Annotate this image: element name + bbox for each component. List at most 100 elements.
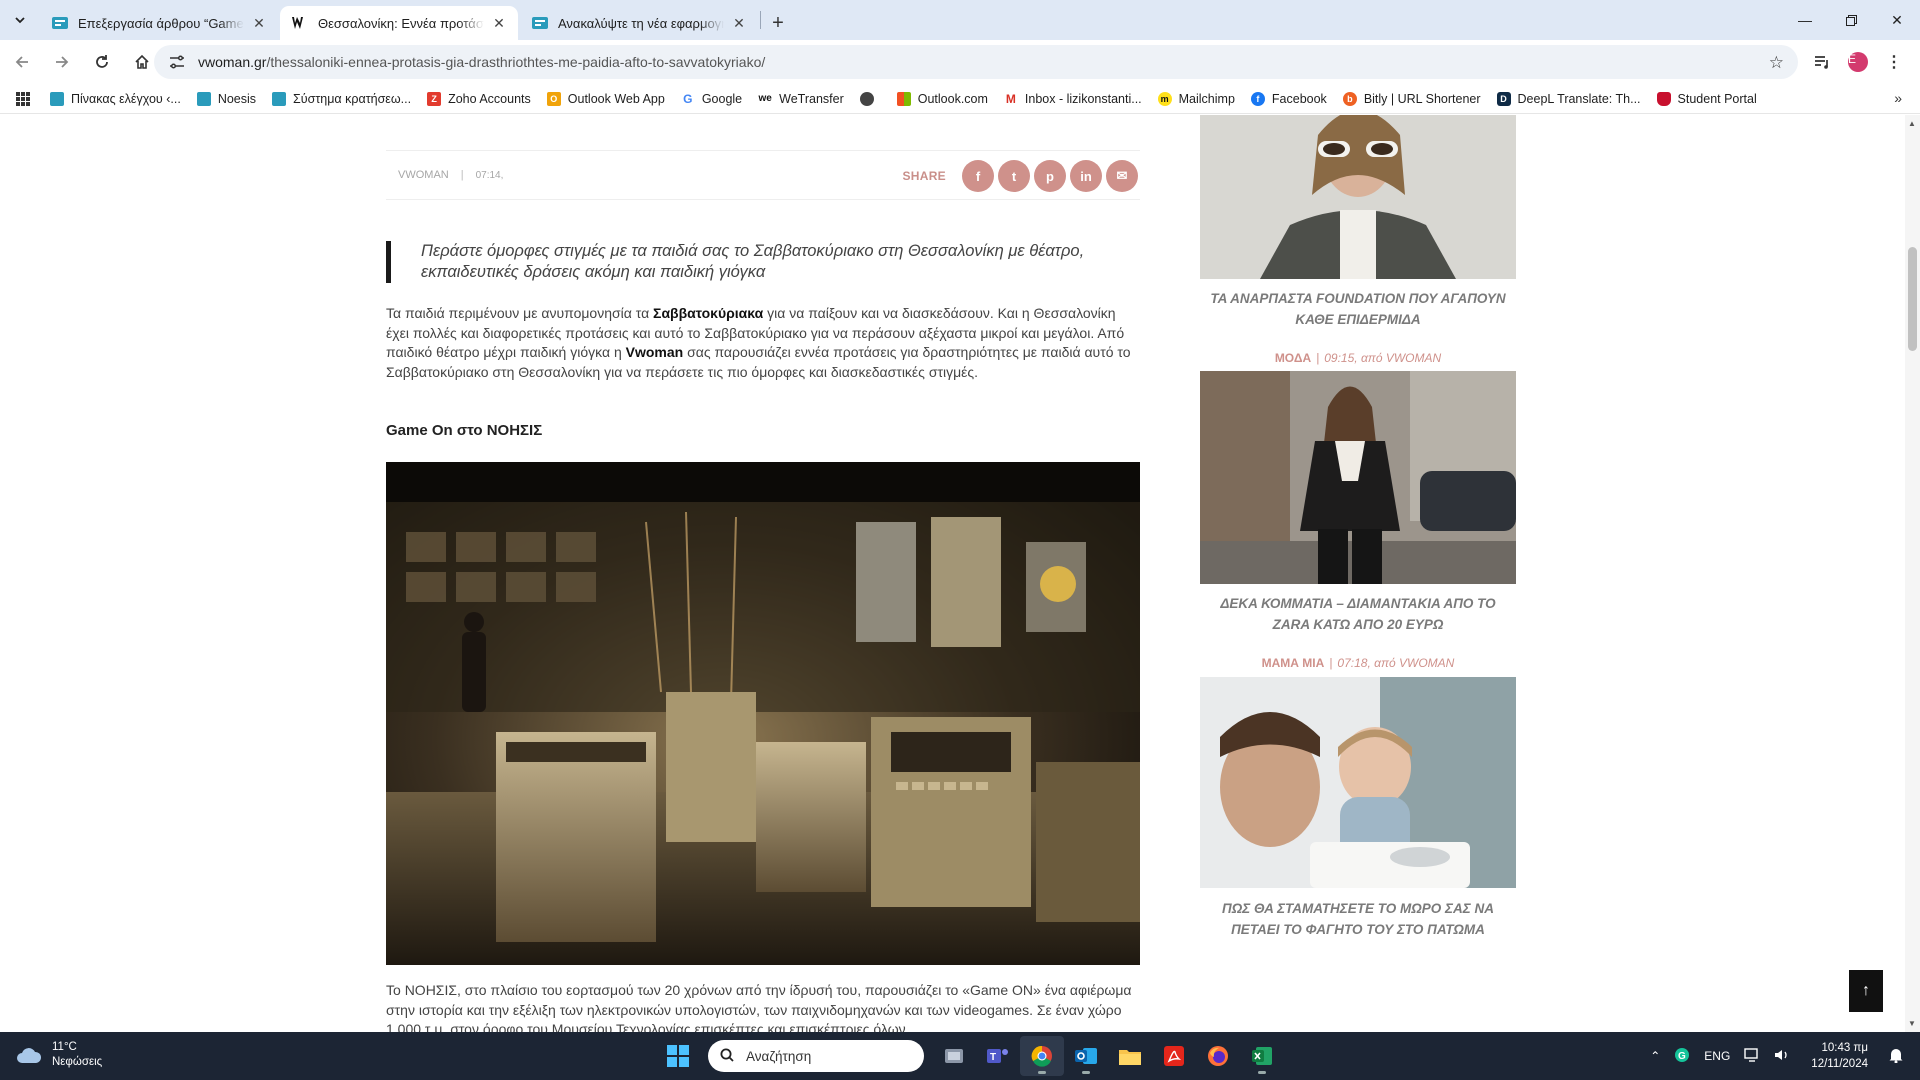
chrome-icon bbox=[1031, 1045, 1052, 1067]
bookmark-wetransfer[interactable]: we WeTransfer bbox=[758, 92, 843, 106]
bookmark-facebook[interactable]: f Facebook bbox=[1250, 91, 1327, 106]
grammarly-icon[interactable]: G bbox=[1674, 1047, 1690, 1066]
acrobat-app[interactable] bbox=[1152, 1036, 1196, 1076]
sidebar-article-image[interactable] bbox=[1200, 371, 1516, 584]
bookmark-gmail[interactable]: M Inbox - lizikonstanti... bbox=[1004, 92, 1142, 106]
bookmark-mailchimp[interactable]: m Mailchimp bbox=[1157, 91, 1235, 106]
system-tray: ⌃ G ENG 10:43 πμ 12/11/2024 bbox=[1643, 1032, 1910, 1080]
more-vertical-icon: ⋮ bbox=[1886, 54, 1902, 71]
close-icon[interactable]: ✕ bbox=[490, 14, 508, 32]
arrow-left-icon bbox=[15, 56, 28, 68]
page-scrollbar[interactable]: ▲ ▼ bbox=[1905, 115, 1920, 1032]
noesis-favicon-icon bbox=[196, 91, 211, 106]
share-facebook-icon[interactable]: f bbox=[962, 160, 994, 192]
booking-favicon-icon bbox=[272, 91, 287, 106]
bookmark-bitly[interactable]: b Bitly | URL Shortener bbox=[1342, 91, 1481, 106]
article-lead: Περάστε όμορφες στιγμές με τα παιδιά σας… bbox=[386, 241, 1140, 283]
network-icon[interactable] bbox=[1744, 1047, 1760, 1065]
bookmark-zoho[interactable]: Z Zoho Accounts bbox=[427, 91, 531, 106]
close-icon[interactable]: ✕ bbox=[730, 14, 748, 32]
share-twitter-icon[interactable]: t bbox=[998, 160, 1030, 192]
outlook-web-icon: O bbox=[546, 91, 561, 106]
close-window-button[interactable]: ✕ bbox=[1874, 0, 1920, 40]
chevron-up-icon[interactable]: ⌃ bbox=[1650, 1049, 1660, 1063]
playlist-icon bbox=[1815, 56, 1828, 69]
scroll-down-icon[interactable]: ▼ bbox=[1908, 1019, 1916, 1028]
bookmark-dashboard[interactable]: Πίνακας ελέγχου ‹... bbox=[50, 91, 181, 106]
share-pinterest-icon[interactable]: p bbox=[1034, 160, 1066, 192]
excel-app[interactable] bbox=[1240, 1036, 1284, 1076]
site-info-icon[interactable] bbox=[168, 53, 186, 71]
tab-thessaloniki[interactable]: Θεσσαλονίκη: Εννέα προτάσεις ✕ bbox=[280, 6, 518, 40]
bookmark-noesis[interactable]: Noesis bbox=[196, 91, 256, 106]
excel-icon bbox=[1252, 1047, 1272, 1065]
apps-grid-icon[interactable] bbox=[16, 91, 30, 106]
article-author[interactable]: VWOMAN bbox=[398, 169, 449, 181]
teams-app[interactable]: T bbox=[976, 1036, 1020, 1076]
sidebar-article-meta: ΜΑΜΑ ΜΙΑ | 07:18, από VWOMAN bbox=[1261, 656, 1455, 670]
tab-title: Ανακαλύψτε τη νέα εφαρμογή bbox=[558, 15, 724, 31]
svg-text:T: T bbox=[990, 1052, 996, 1063]
wetransfer-icon: we bbox=[758, 93, 772, 104]
taskbar-apps: Αναζήτηση T bbox=[656, 1032, 1284, 1080]
bookmark-outlook-web[interactable]: O Outlook Web App bbox=[546, 91, 665, 106]
bookmark-booking-system[interactable]: Σύστημα κρατήσεω... bbox=[272, 91, 411, 106]
student-portal-icon bbox=[1656, 91, 1671, 106]
zoho-icon: Z bbox=[427, 91, 442, 106]
share-linkedin-icon[interactable]: in bbox=[1070, 160, 1102, 192]
file-explorer-app[interactable] bbox=[1108, 1036, 1152, 1076]
clock[interactable]: 10:43 πμ 12/11/2024 bbox=[1804, 1040, 1875, 1072]
facebook-icon: f bbox=[1250, 91, 1265, 106]
restore-button[interactable] bbox=[1828, 0, 1874, 40]
firefox-app[interactable] bbox=[1196, 1036, 1240, 1076]
close-icon[interactable]: ✕ bbox=[250, 14, 268, 32]
tab-search-button[interactable] bbox=[0, 0, 40, 40]
notification-bell-icon[interactable] bbox=[1889, 1047, 1903, 1066]
sidebar-article-title[interactable]: ΤΑ ΑΝΑΡΠΑΣΤΑ FOUNDATION ΠΟΥ ΑΓΑΠΟΥΝ ΚΑΘΕ… bbox=[1200, 288, 1516, 330]
scroll-to-top-button[interactable]: ↑ bbox=[1849, 970, 1883, 1012]
bookmark-star-icon[interactable]: ☆ bbox=[1769, 53, 1784, 73]
clock-date: 12/11/2024 bbox=[1811, 1058, 1868, 1070]
category-link[interactable]: ΜΟΔΑ bbox=[1275, 351, 1311, 365]
link-weekends[interactable]: Σαββατοκύριακα bbox=[653, 305, 763, 321]
media-controls-button[interactable] bbox=[1804, 44, 1840, 80]
sidebar-article-title[interactable]: ΔΕΚΑ ΚΟΜΜΑΤΙΑ – ΔΙΑΜΑΝΤΑΚΙΑ ΑΠΟ ΤΟ ZARA … bbox=[1200, 593, 1516, 635]
forward-button[interactable] bbox=[44, 44, 80, 80]
back-button[interactable] bbox=[4, 44, 40, 80]
close-icon: ✕ bbox=[1891, 11, 1903, 28]
start-button[interactable] bbox=[656, 1036, 700, 1076]
more-bookmarks-icon[interactable]: » bbox=[1894, 90, 1902, 106]
chevron-down-icon bbox=[15, 17, 25, 24]
bookmark-globe[interactable] bbox=[859, 91, 881, 106]
menu-button[interactable]: ⋮ bbox=[1876, 44, 1912, 80]
minimize-button[interactable]: — bbox=[1782, 0, 1828, 40]
volume-icon[interactable] bbox=[1774, 1048, 1790, 1065]
site-favicon-icon bbox=[52, 15, 68, 31]
tab-edit-article[interactable]: Επεξεργασία άρθρου “Game ON” ✕ bbox=[40, 6, 278, 40]
profile-button[interactable]: E bbox=[1840, 44, 1876, 80]
meta-separator: | bbox=[460, 169, 464, 181]
outlook-app[interactable] bbox=[1064, 1036, 1108, 1076]
bookmark-student-portal[interactable]: Student Portal bbox=[1656, 91, 1757, 106]
scroll-up-icon[interactable]: ▲ bbox=[1908, 119, 1916, 128]
sidebar-article-image[interactable] bbox=[1200, 677, 1516, 888]
sidebar-article-title[interactable]: ΠΩΣ ΘΑ ΣΤΑΜΑΤΗΣΕΤΕ ΤΟ ΜΩΡΟ ΣΑΣ ΝΑ ΠΕΤΑΕΙ… bbox=[1200, 898, 1516, 940]
scrollbar-thumb[interactable] bbox=[1908, 247, 1917, 351]
url-path: /thessaloniki-ennea-protasis-gia-drasthr… bbox=[266, 54, 766, 70]
address-bar[interactable]: vwoman.gr/thessaloniki-ennea-protasis-gi… bbox=[154, 45, 1798, 79]
category-link[interactable]: ΜΑΜΑ ΜΙΑ bbox=[1262, 656, 1325, 670]
globe-icon bbox=[859, 91, 874, 106]
taskbar-search[interactable]: Αναζήτηση bbox=[708, 1040, 924, 1072]
bookmark-outlook-com[interactable]: Outlook.com bbox=[896, 91, 988, 106]
tab-discover-app[interactable]: Ανακαλύψτε τη νέα εφαρμογή ✕ bbox=[520, 6, 758, 40]
reload-button[interactable] bbox=[84, 44, 120, 80]
chrome-app[interactable] bbox=[1020, 1036, 1064, 1076]
bookmark-google[interactable]: G Google bbox=[681, 92, 742, 106]
task-view-button[interactable] bbox=[932, 1036, 976, 1076]
bookmark-deepl[interactable]: D DeepL Translate: Th... bbox=[1496, 91, 1641, 106]
sidebar-article-image[interactable] bbox=[1200, 115, 1516, 279]
new-tab-button[interactable]: + bbox=[761, 6, 795, 40]
share-email-icon[interactable]: ✉ bbox=[1106, 160, 1138, 192]
weather-widget[interactable]: 11°C Νεφώσεις bbox=[16, 1040, 102, 1070]
language-indicator[interactable]: ENG bbox=[1704, 1049, 1730, 1063]
